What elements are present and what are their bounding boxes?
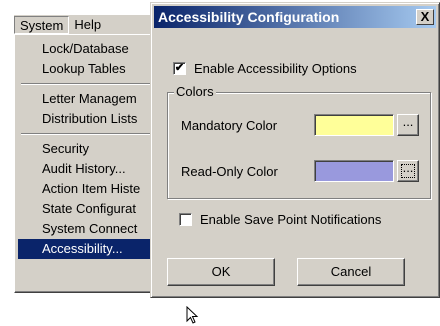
readonly-color-swatch[interactable] <box>314 160 394 182</box>
menu-system[interactable]: System <box>14 15 70 34</box>
accessibility-dialog: Accessibility Configuration X ✔ Enable A… <box>150 2 440 298</box>
menu-help[interactable]: Help <box>69 16 106 34</box>
cancel-button[interactable]: Cancel <box>297 258 405 286</box>
colors-group-label: Colors <box>174 84 216 99</box>
enable-accessibility-row[interactable]: ✔ Enable Accessibility Options <box>173 61 357 76</box>
enable-save-point-label: Enable Save Point Notifications <box>200 212 382 227</box>
readonly-color-label: Read-Only Color <box>181 164 278 179</box>
dialog-title: Accessibility Configuration <box>158 9 340 25</box>
close-button[interactable]: X <box>416 9 434 25</box>
enable-save-point-checkbox[interactable] <box>179 213 192 226</box>
colors-groupbox: Colors Mandatory Color ... Read-Only Col… <box>167 84 431 199</box>
enable-accessibility-checkbox[interactable]: ✔ <box>173 62 186 75</box>
readonly-color-picker-button[interactable]: ... <box>397 160 419 182</box>
mandatory-color-label: Mandatory Color <box>181 118 278 133</box>
ok-button[interactable]: OK <box>167 258 275 286</box>
dialog-title-bar[interactable]: Accessibility Configuration X <box>154 6 436 28</box>
mandatory-color-picker-button[interactable]: ... <box>397 114 419 136</box>
menu-bar: System Help <box>14 14 150 34</box>
enable-save-point-row[interactable]: Enable Save Point Notifications <box>179 212 381 227</box>
mandatory-color-swatch[interactable] <box>314 114 394 136</box>
enable-accessibility-label: Enable Accessibility Options <box>194 61 357 76</box>
mouse-pointer-icon <box>186 306 199 324</box>
